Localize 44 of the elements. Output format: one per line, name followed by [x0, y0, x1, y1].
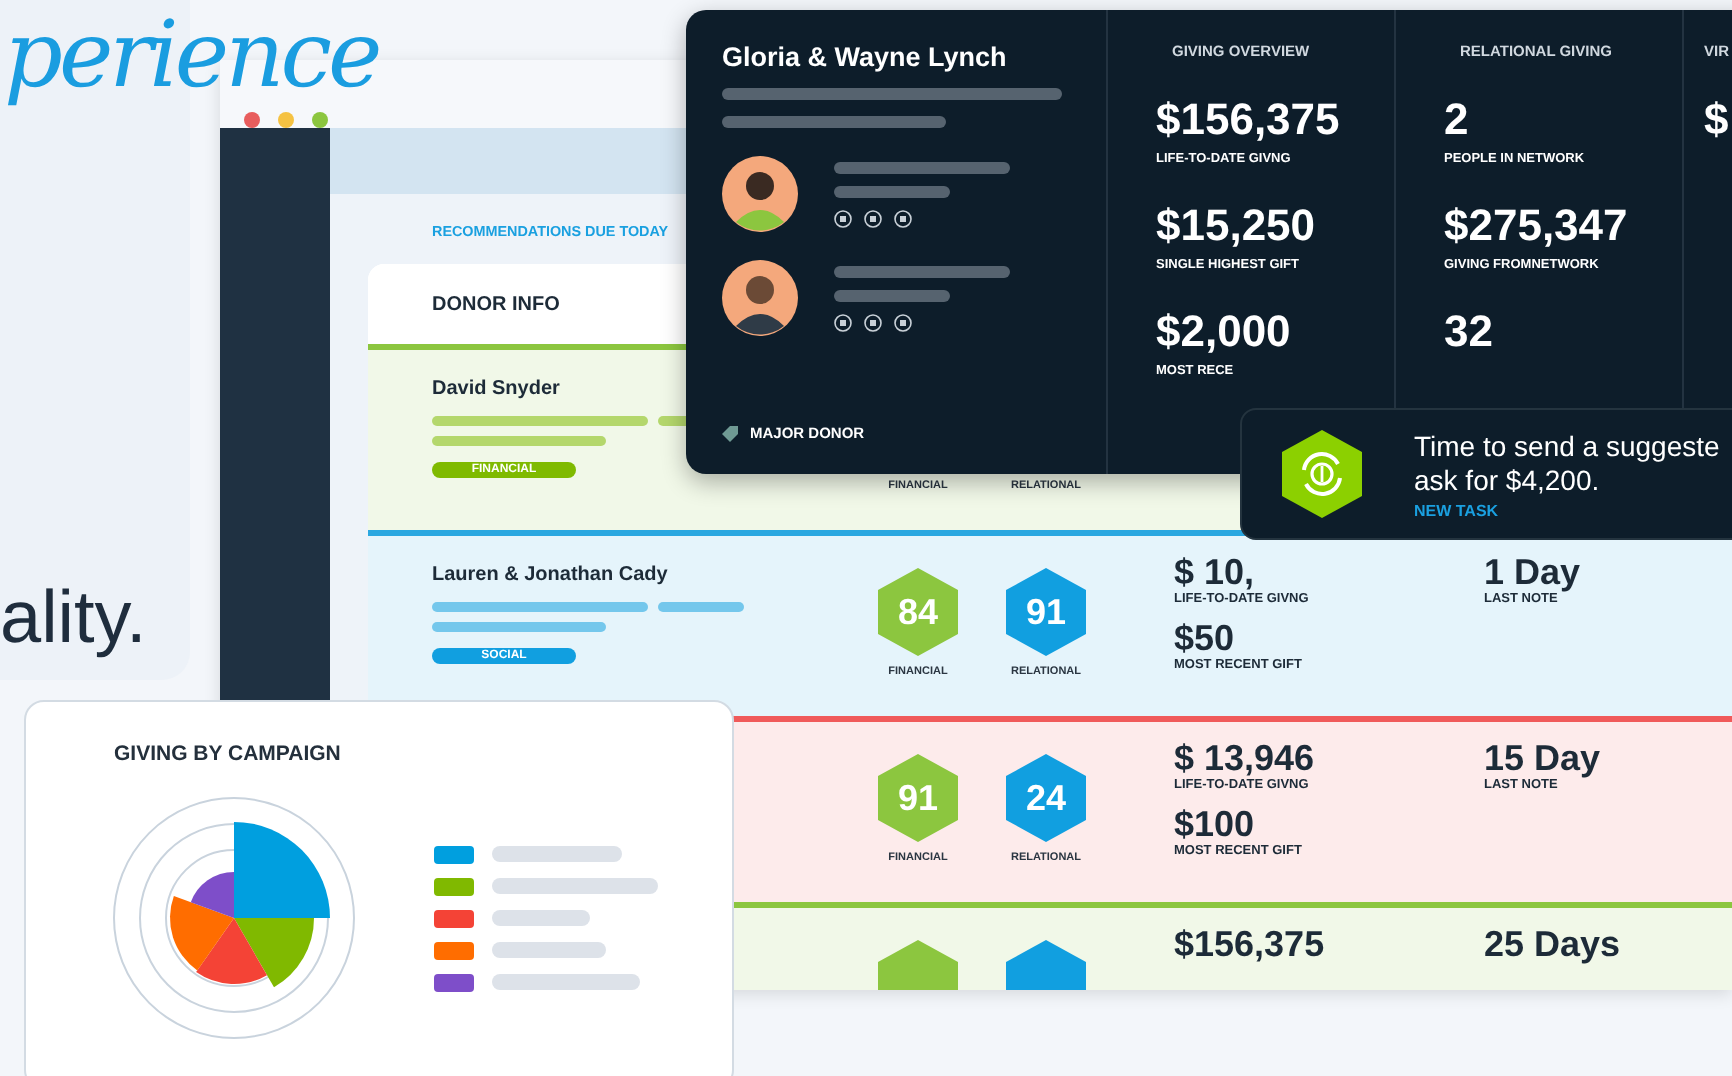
amount-value: $50 — [1174, 618, 1237, 658]
stat-value: $15,250 — [1156, 202, 1318, 250]
notification-text: Time to send a suggeste — [1414, 429, 1720, 463]
score-hexagon: 91 — [1002, 568, 1090, 656]
note-age-value: 15 Day — [1484, 738, 1603, 778]
card-title: GIVING BY CAMPAIGN — [114, 742, 343, 766]
text-placeholder-bar — [834, 289, 950, 301]
script-heading: perience — [4, 0, 379, 108]
social-icon[interactable] — [894, 209, 912, 227]
social-icon[interactable] — [894, 313, 912, 331]
text-placeholder-bar — [492, 910, 590, 926]
score-hexagon: 84 — [874, 568, 962, 656]
social-icon[interactable] — [864, 313, 882, 331]
donor-name[interactable]: Lauren & Jonathan Cady — [432, 564, 668, 586]
social-icon[interactable] — [834, 209, 852, 227]
donor-name[interactable]: David Snyder — [432, 378, 560, 400]
stat-value: $275,347 — [1444, 202, 1630, 250]
score-hexagon: 91 — [874, 754, 962, 842]
amount-value: $ 10, — [1174, 552, 1257, 592]
donor-name: Gloria & Wayne Lynch — [722, 42, 1009, 72]
social-icon[interactable] — [864, 209, 882, 227]
text-placeholder-bar — [834, 185, 950, 197]
tagline-text: ality. — [0, 576, 147, 660]
amount-value: $ 13,946 — [1174, 738, 1317, 778]
note-age-value: 1 Day — [1484, 552, 1583, 592]
text-placeholder-bar — [492, 942, 606, 958]
score-hexagon: 24 — [1002, 754, 1090, 842]
stat-value: $ — [1704, 96, 1731, 144]
social-icon[interactable] — [834, 313, 852, 331]
text-placeholder-bar — [492, 846, 622, 862]
avatar-icon — [722, 156, 798, 232]
window-dot[interactable] — [244, 112, 260, 128]
window-dot[interactable] — [312, 112, 328, 128]
amount-value: $100 — [1174, 804, 1257, 844]
new-task-link[interactable]: NEW TASK — [1414, 501, 1720, 519]
text-placeholder-bar — [658, 602, 744, 612]
stat-value: $156,375 — [1156, 96, 1342, 144]
window-dot[interactable] — [278, 112, 294, 128]
money-cycle-icon — [1278, 430, 1366, 518]
notification-text: ask for $4,200. — [1414, 463, 1602, 497]
note-age-value: 25 Days — [1484, 924, 1623, 964]
stat-value: 2 — [1444, 96, 1471, 144]
amount-value: $156,375 — [1174, 924, 1327, 964]
avatar-icon — [722, 260, 798, 336]
